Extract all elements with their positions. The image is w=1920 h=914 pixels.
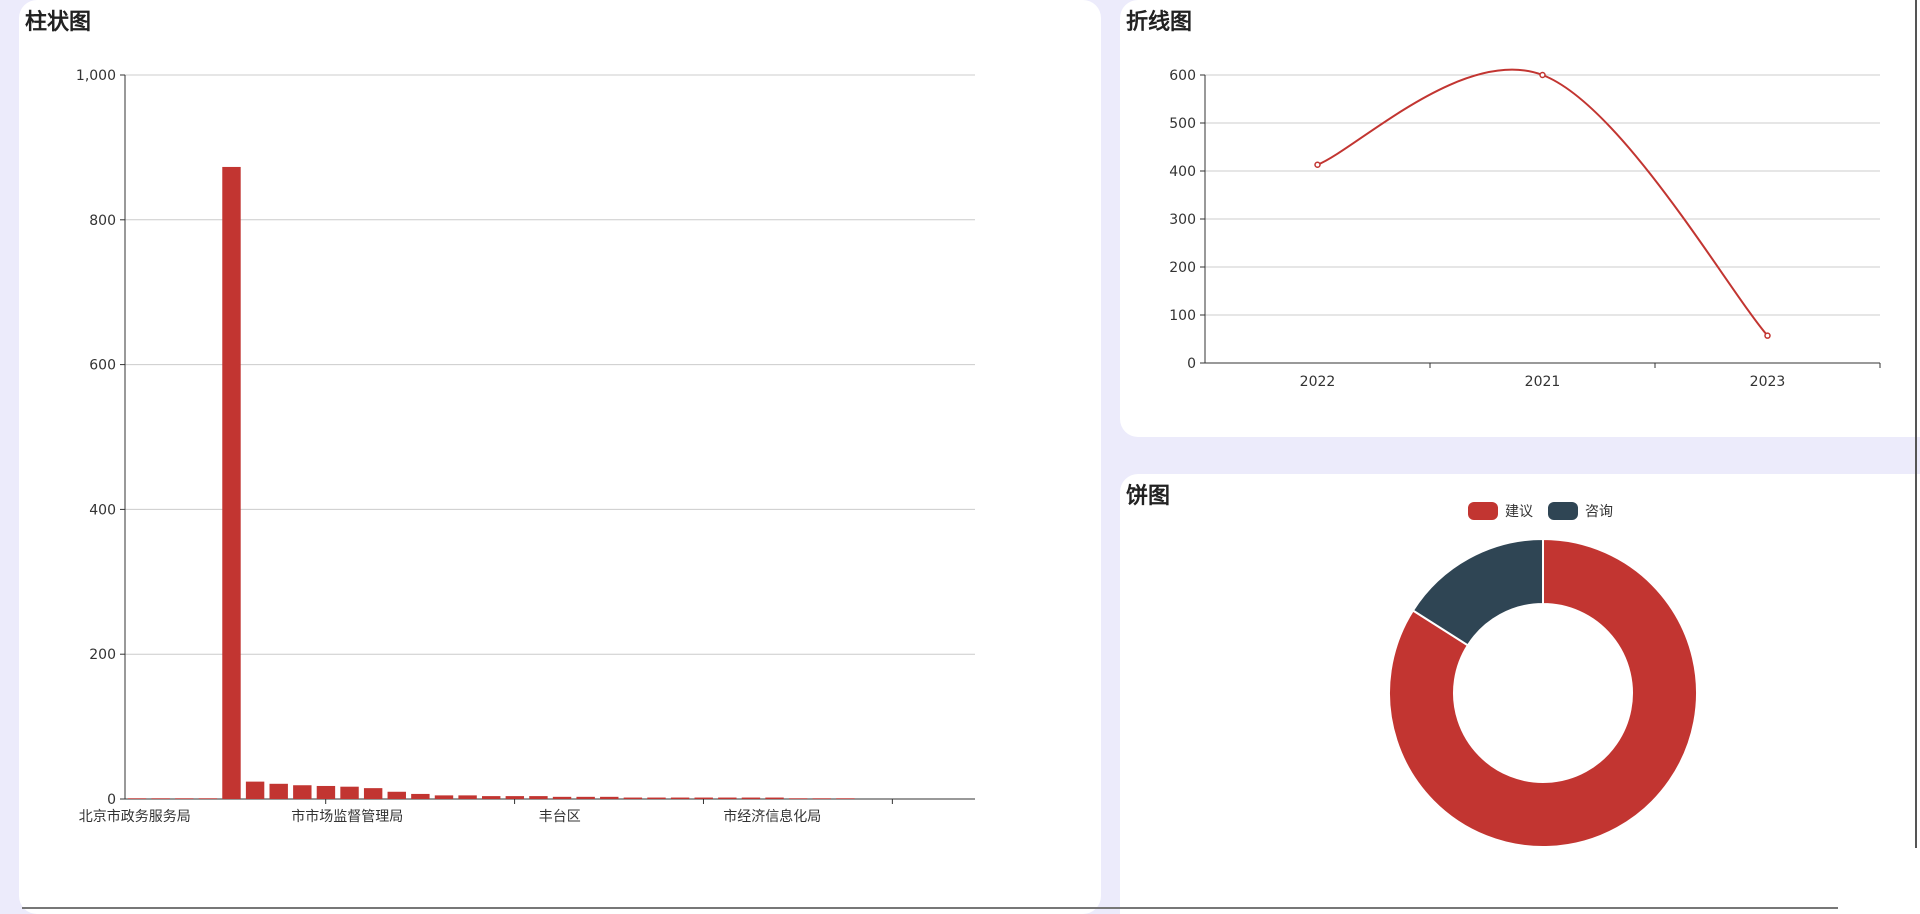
bar <box>434 795 454 799</box>
bar <box>363 788 383 799</box>
bar <box>127 798 147 799</box>
line-x-tick-label: 2022 <box>1300 374 1336 390</box>
bar <box>694 797 713 799</box>
bar-y-tick-label: 400 <box>89 502 116 518</box>
bar-y-tick-label: 800 <box>89 213 116 229</box>
bar <box>623 797 643 799</box>
bar <box>529 796 548 799</box>
bar <box>316 785 336 799</box>
line-chart-panel: 折线图 0 100 200 300 400 500 600 2022 2021 2023 <box>1120 0 1920 437</box>
bar <box>718 797 737 799</box>
line-series <box>1317 68 1769 337</box>
bar <box>387 791 406 799</box>
bottom-scroll-track <box>22 907 1838 909</box>
bar-chart-panel: 柱状图 0 200 400 600 800 1,000 北京市政务服务局 市市场监督管理局 丰台… <box>19 0 1101 914</box>
bar <box>198 798 218 799</box>
bar <box>647 797 666 799</box>
pie-legend-label: 建议 <box>1505 504 1533 520</box>
bar-y-tick-label: 600 <box>89 358 116 374</box>
bar <box>340 786 359 799</box>
pie-legend-label: 咨询 <box>1585 504 1613 520</box>
bar <box>245 781 265 799</box>
line-x-tick-label: 2021 <box>1525 374 1561 390</box>
line-y-tick-label: 200 <box>1169 260 1196 276</box>
bar <box>222 166 241 799</box>
bar <box>788 798 808 799</box>
bar <box>505 796 525 799</box>
pie-chart-panel: 饼图 建议 咨询 <box>1120 474 1920 914</box>
bar <box>458 795 477 799</box>
line-y-tick-label: 0 <box>1187 356 1196 372</box>
bar-x-tick-label: 北京市政务服务局 <box>79 808 191 825</box>
bar <box>670 797 690 799</box>
bar <box>765 797 784 799</box>
line-chart: 0 100 200 300 400 500 600 2022 2021 2023 <box>1169 68 1881 390</box>
bar <box>576 796 595 799</box>
line-y-tick-label: 100 <box>1169 308 1196 324</box>
bar <box>812 798 831 799</box>
bar-y-tick-label: 0 <box>107 792 116 808</box>
bar <box>175 798 194 799</box>
line-y-tick-label: 600 <box>1169 68 1196 84</box>
bar <box>741 797 761 799</box>
right-scroll-track <box>1915 0 1917 848</box>
line-point <box>1539 71 1546 79</box>
pie-legend-swatch <box>1468 502 1498 520</box>
line-point <box>1764 332 1771 339</box>
bar <box>552 796 572 799</box>
bar <box>151 798 170 799</box>
bar <box>836 798 855 799</box>
bar-y-tick-label: 200 <box>89 647 116 663</box>
bar-x-tick-label: 市市场监督管理局 <box>291 808 403 825</box>
bar-y-tick-label: 1,000 <box>76 68 116 84</box>
bar <box>411 793 430 799</box>
line-point <box>1314 161 1321 169</box>
bar-x-tick-label: 市经济信息化局 <box>723 808 821 825</box>
bar <box>600 796 619 799</box>
pie-legend-swatch <box>1548 502 1578 520</box>
bar <box>482 796 501 799</box>
bar <box>293 785 312 799</box>
line-y-tick-label: 300 <box>1169 212 1196 228</box>
bar <box>269 783 288 799</box>
line-y-tick-label: 500 <box>1169 116 1196 132</box>
line-x-tick-label: 2023 <box>1750 374 1786 390</box>
bar-chart: 0 200 400 600 800 1,000 北京市政务服务局 市市场监督管理局 丰台区 市经济… <box>76 68 975 825</box>
pie-chart: 建议 咨询 <box>1388 502 1698 848</box>
bar-x-tick-label: 丰台区 <box>539 809 581 825</box>
line-y-tick-label: 400 <box>1169 164 1196 180</box>
